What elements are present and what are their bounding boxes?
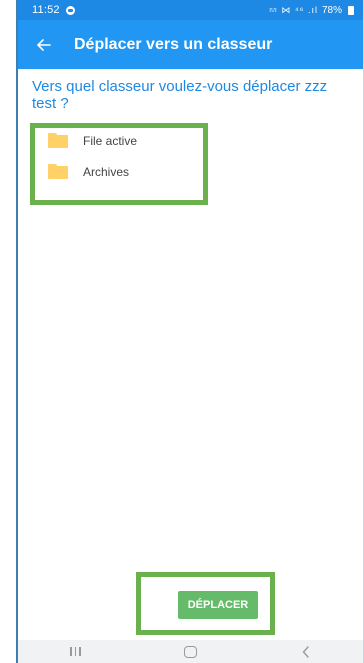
notification-icon (65, 5, 75, 15)
status-bar: 11:52 𝌂 ⋈ ⁴⁶ .ıl 78% (18, 0, 363, 20)
page-title: Déplacer vers un classeur (74, 35, 273, 53)
chevron-left-icon (302, 645, 310, 658)
signal-icons: 𝌂 ⋈ ⁴⁶ .ıl (268, 4, 318, 15)
highlight-box-folders (30, 123, 208, 205)
nav-back-button[interactable] (276, 640, 336, 663)
app-bar: Déplacer vers un classeur (18, 20, 363, 69)
highlight-box-move-button (136, 572, 275, 635)
status-time: 11:52 (32, 4, 60, 16)
move-prompt: Vers quel classeur voulez-vous déplacer … (32, 78, 328, 112)
battery-percent: 78% (321, 4, 342, 16)
arrow-left-icon (37, 38, 51, 51)
recents-icon (70, 647, 81, 656)
battery-icon (348, 5, 354, 15)
system-nav-bar (18, 640, 363, 663)
phone-screen: 11:52 𝌂 ⋈ ⁴⁶ .ıl 78% Déplacer vers un cl… (16, 0, 364, 663)
status-indicators: 𝌂 ⋈ ⁴⁶ .ıl 78% (269, 5, 354, 16)
home-icon (184, 645, 198, 658)
home-button[interactable] (161, 640, 221, 663)
back-button[interactable] (18, 20, 70, 69)
recents-button[interactable] (46, 640, 106, 663)
